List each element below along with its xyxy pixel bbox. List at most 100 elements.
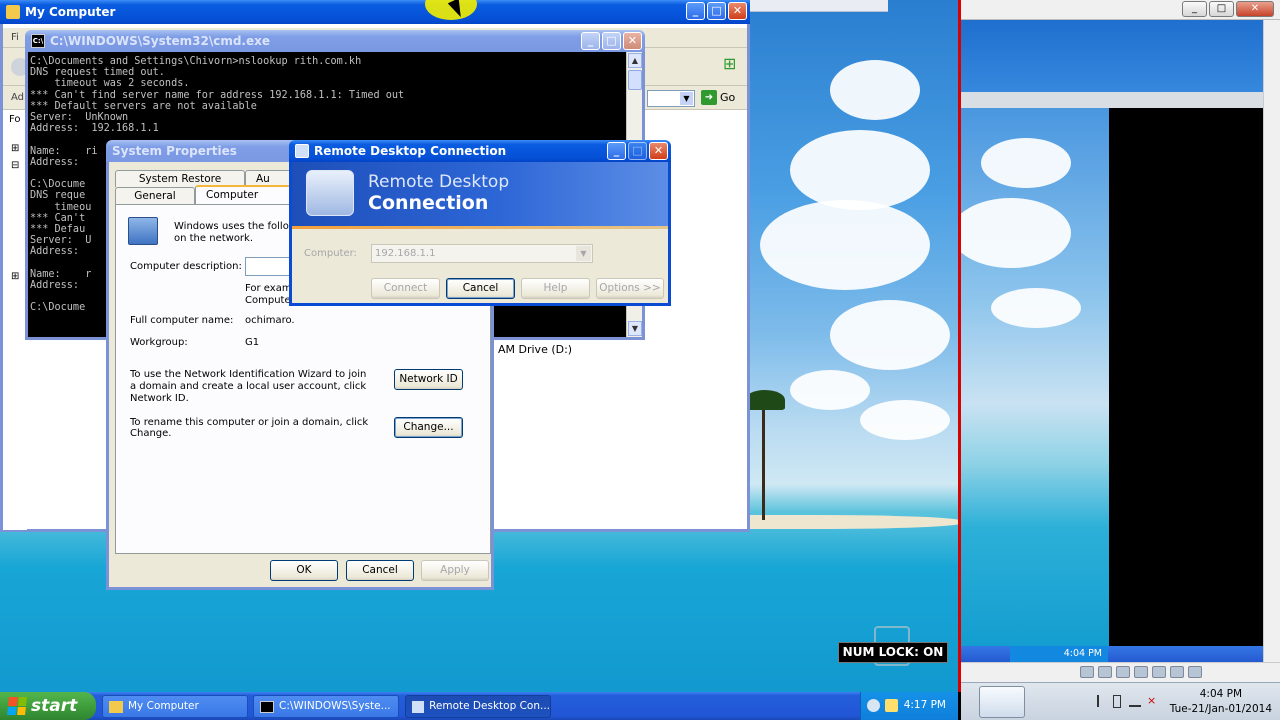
minimize-button[interactable]: _ bbox=[686, 2, 705, 20]
security-icon[interactable] bbox=[885, 699, 898, 712]
host-clock-date: Tue-21/Jan-01/2014 bbox=[1169, 703, 1272, 715]
usb-icon[interactable] bbox=[1134, 666, 1148, 678]
info-text-line2: on the network. bbox=[174, 233, 254, 244]
vm-window-titlebar[interactable]: _ □ ✕ bbox=[961, 0, 1280, 20]
close-button[interactable]: ✕ bbox=[623, 32, 642, 50]
clock[interactable]: 4:17 PM bbox=[904, 699, 946, 711]
rdc-banner: Remote Desktop Connection bbox=[292, 162, 668, 226]
computer-value: 192.168.1.1 bbox=[375, 248, 436, 259]
computer-label: Computer: bbox=[304, 248, 357, 259]
network-id-description: To use the Network Identification Wizard… bbox=[130, 369, 367, 404]
apply-button[interactable]: Apply bbox=[421, 560, 489, 581]
info-text-line1: Windows uses the followi bbox=[174, 221, 300, 232]
rdc-title: Remote Desktop Connection bbox=[314, 144, 507, 158]
scroll-down-icon[interactable]: ▼ bbox=[628, 321, 642, 336]
task-label: C:\WINDOWS\Syste... bbox=[279, 700, 391, 712]
host-clock[interactable]: 4:04 PM Tue-21/Jan-01/2014 bbox=[1170, 687, 1272, 717]
connect-button[interactable]: Connect bbox=[371, 278, 440, 299]
taskbar: start My Computer C:\WINDOWS\Syste... Re… bbox=[0, 692, 958, 720]
network-id-button[interactable]: Network ID bbox=[394, 369, 463, 390]
close-button[interactable]: ✕ bbox=[1236, 1, 1274, 17]
my-computer-titlebar[interactable]: My Computer _ □ ✕ bbox=[0, 0, 750, 24]
computer-network-icon bbox=[128, 217, 158, 245]
computer-combo[interactable]: 192.168.1.1 ▼ bbox=[371, 244, 593, 263]
example-text-line2: Computer bbox=[245, 295, 295, 306]
go-button[interactable]: ➜ Go bbox=[701, 90, 735, 105]
maximize-button[interactable]: □ bbox=[628, 142, 647, 160]
start-label: start bbox=[31, 696, 78, 716]
cmd-icon bbox=[260, 700, 274, 713]
tab-general[interactable]: General bbox=[115, 187, 195, 204]
scroll-up-icon[interactable]: ▲ bbox=[628, 53, 642, 68]
vm-wallpaper bbox=[961, 108, 1109, 646]
maximize-button[interactable]: □ bbox=[707, 2, 726, 20]
full-computer-name-label: Full computer name: bbox=[130, 315, 234, 326]
monitor-icon[interactable] bbox=[1080, 666, 1094, 678]
vm-black-area bbox=[1109, 108, 1263, 646]
display-icon[interactable] bbox=[1170, 666, 1184, 678]
task-my-computer[interactable]: My Computer bbox=[102, 695, 248, 718]
num-lock-indicator: NUM LOCK: ON bbox=[838, 642, 948, 663]
cmd-icon: C:\ bbox=[31, 34, 45, 48]
folder-icon bbox=[109, 700, 123, 713]
cancel-button[interactable]: Cancel bbox=[346, 560, 414, 581]
bluetooth-icon[interactable] bbox=[1188, 666, 1202, 678]
maximize-button[interactable]: □ bbox=[1209, 1, 1234, 17]
remote-desktop-icon bbox=[295, 144, 309, 158]
cmd-titlebar[interactable]: C:\ C:\WINDOWS\System32\cmd.exe _ □ ✕ bbox=[25, 30, 645, 52]
full-computer-name-value: ochimaro. bbox=[245, 315, 295, 326]
change-button[interactable]: Change... bbox=[394, 417, 463, 438]
vm-scrollbar[interactable] bbox=[1263, 20, 1280, 662]
flag-icon[interactable] bbox=[1097, 695, 1107, 707]
windows-flag-icon bbox=[7, 697, 27, 715]
rdc-titlebar[interactable]: Remote Desktop Connection _ □ ✕ bbox=[289, 140, 671, 162]
ok-button[interactable]: OK bbox=[270, 560, 338, 581]
folders-pane: Fo ⊞ ⊟ ⊞ bbox=[3, 110, 27, 530]
host-clock-time: 4:04 PM bbox=[1199, 688, 1243, 700]
virtualbox-task-button[interactable] bbox=[979, 686, 1025, 718]
task-remote-desktop[interactable]: Remote Desktop Con... bbox=[405, 695, 551, 718]
cmd-title: C:\WINDOWS\System32\cmd.exe bbox=[50, 34, 271, 48]
options-button[interactable]: Options >> bbox=[596, 278, 664, 299]
system-properties-title: System Properties bbox=[112, 144, 237, 158]
battery-icon[interactable] bbox=[1113, 695, 1121, 708]
tab-computer-name[interactable]: Computer Name bbox=[195, 185, 295, 217]
task-cmd[interactable]: C:\WINDOWS\Syste... bbox=[253, 695, 399, 718]
drive-label[interactable]: AM Drive (D:) bbox=[498, 343, 572, 356]
vm-inner-clock: 4:04 PM bbox=[1063, 648, 1102, 659]
change-description: To rename this computer or join a domain… bbox=[130, 417, 369, 439]
help-button[interactable]: Help bbox=[521, 278, 590, 299]
chevron-down-icon[interactable]: ▼ bbox=[680, 92, 693, 105]
rdc-banner-subtitle: Connection bbox=[368, 192, 489, 214]
chevron-down-icon[interactable]: ▼ bbox=[576, 246, 591, 261]
workgroup-value: G1 bbox=[245, 337, 260, 348]
minimize-button[interactable]: _ bbox=[607, 142, 626, 160]
minimize-button[interactable]: _ bbox=[581, 32, 600, 50]
start-button[interactable]: start bbox=[0, 692, 96, 720]
close-button[interactable]: ✕ bbox=[728, 2, 747, 20]
volume-icon[interactable]: × bbox=[1147, 695, 1159, 707]
my-computer-title: My Computer bbox=[25, 5, 116, 19]
close-button[interactable]: ✕ bbox=[649, 142, 668, 160]
remote-desktop-dialog[interactable]: Remote Desktop Connection _ □ ✕ Remote D… bbox=[289, 140, 671, 306]
remote-desktop-icon bbox=[412, 700, 425, 713]
task-label: Remote Desktop Con... bbox=[429, 700, 550, 712]
vm-inner-taskbar bbox=[961, 646, 1263, 662]
file-menu[interactable]: Fi bbox=[11, 32, 19, 43]
computer-description-label: Computer description: bbox=[130, 261, 242, 272]
network-icon[interactable] bbox=[867, 699, 880, 712]
address-input[interactable]: ▼ bbox=[647, 90, 695, 107]
go-arrow-icon: ➜ bbox=[701, 90, 717, 105]
vm-inner-tray: 4:04 PM bbox=[1010, 646, 1108, 662]
audio-icon[interactable] bbox=[1152, 666, 1166, 678]
scroll-thumb[interactable] bbox=[628, 70, 642, 90]
maximize-button[interactable]: □ bbox=[602, 32, 621, 50]
host-taskbar: × 4:04 PM Tue-21/Jan-01/2014 bbox=[961, 682, 1280, 720]
vm-toolbar-icons bbox=[1080, 666, 1202, 678]
minimize-button[interactable]: _ bbox=[1182, 1, 1207, 17]
network-icon[interactable] bbox=[1098, 666, 1112, 678]
address-label: Ad bbox=[11, 92, 25, 103]
disk-icon[interactable] bbox=[1116, 666, 1130, 678]
cancel-button[interactable]: Cancel bbox=[446, 278, 515, 299]
signal-icon[interactable] bbox=[1129, 695, 1141, 707]
